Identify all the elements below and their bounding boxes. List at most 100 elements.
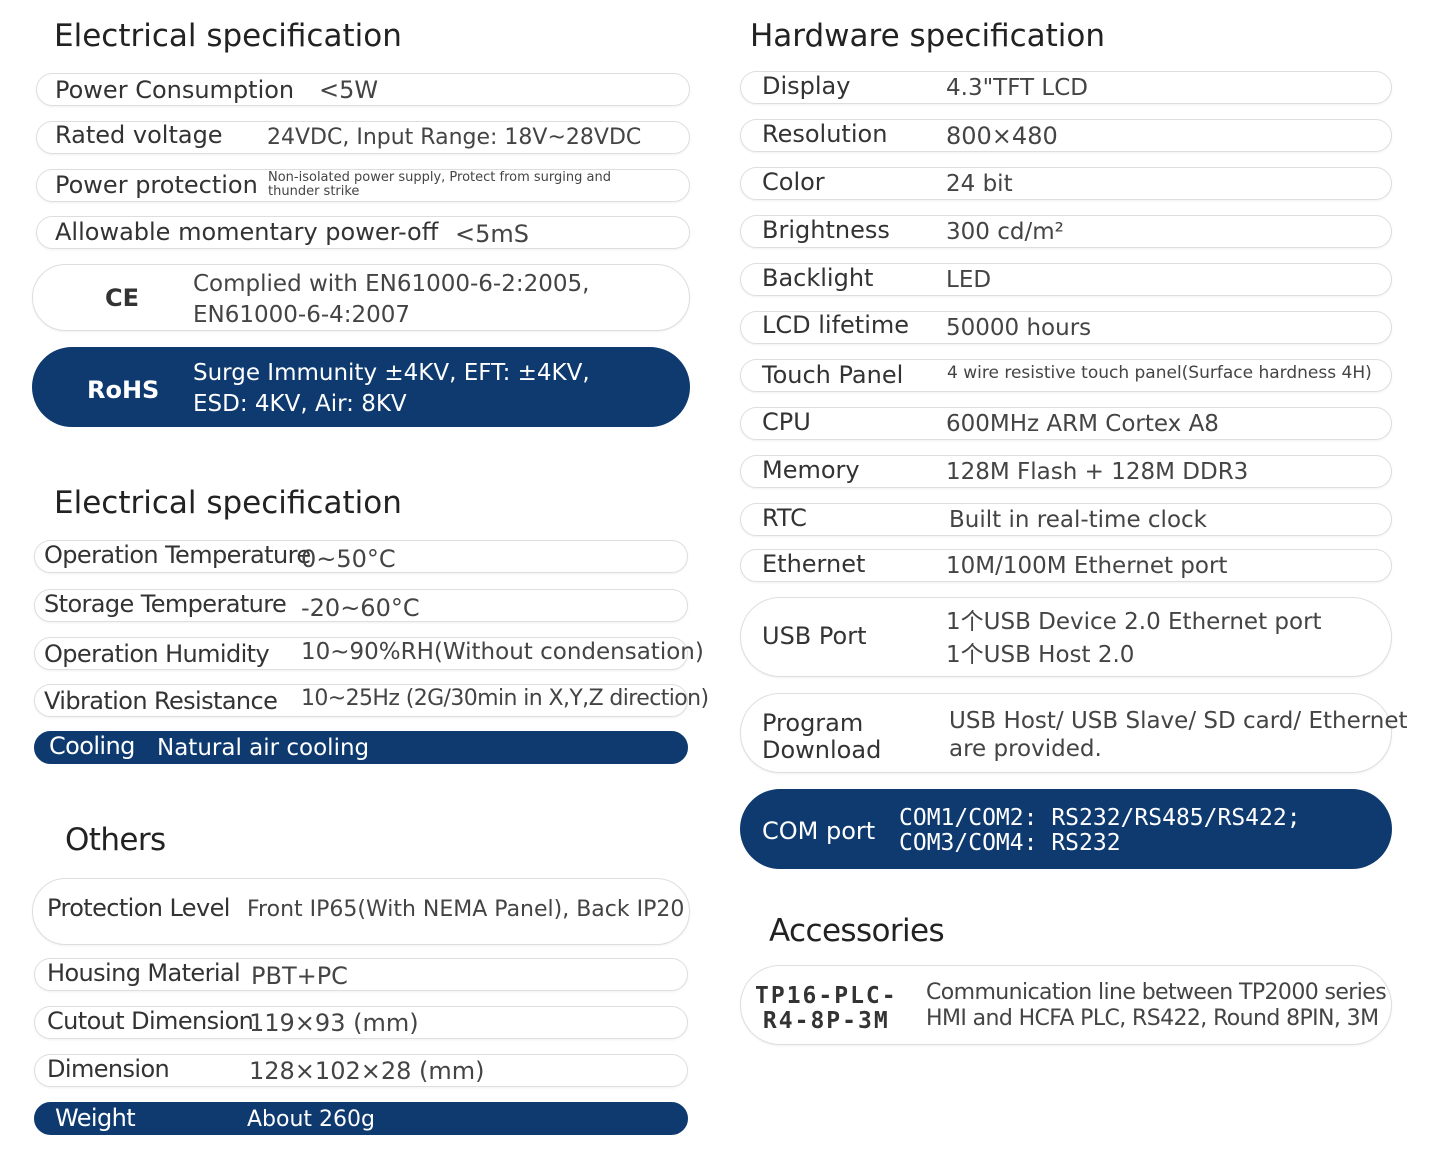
spec-value-line2: HMI and HCFA PLC, RS422, Round 8PIN, 3M	[926, 1006, 1379, 1032]
spec-value: 10M/100M Ethernet port	[946, 553, 1228, 579]
hw-row-lcd-lifetime: LCD lifetime 50000 hours	[740, 311, 1392, 344]
spec-row-operation-temperature: Operation Temperature 0~50°C	[34, 540, 688, 573]
hw-row-display: Display 4.3"TFT LCD	[740, 71, 1392, 104]
spec-value: COM1/COM2: RS232/RS485/RS422; COM3/COM4:…	[899, 805, 1301, 857]
spec-row-cooling: Cooling Natural air cooling	[34, 731, 688, 764]
spec-label: Operation Temperature	[44, 541, 311, 569]
hw-row-program-download: Program Download USB Host/ USB Slave/ SD…	[740, 693, 1408, 773]
spec-label: Memory	[762, 456, 860, 484]
environment-spec-title: Electrical specification	[54, 485, 402, 521]
spec-label: Dimension	[47, 1055, 170, 1083]
spec-label-line1: Program	[762, 709, 864, 737]
spec-label: Resolution	[762, 120, 888, 148]
spec-label: COM port	[762, 817, 876, 845]
spec-value: 119×93 (mm)	[249, 1009, 419, 1037]
spec-value: <5mS	[455, 220, 529, 248]
spec-label: Ethernet	[762, 550, 866, 578]
spec-row-power-protection: Power protection Non-isolated power supp…	[36, 169, 690, 202]
spec-value: Natural air cooling	[157, 735, 370, 761]
spec-value-line2: EN61000-6-4:2007	[193, 302, 411, 329]
spec-row-ce: CE Complied with EN61000-6-2:2005, EN610…	[32, 264, 690, 331]
spec-label-line2: R4-8P-3M	[762, 1008, 890, 1035]
spec-label: Display	[762, 72, 851, 100]
spec-value: 50000 hours	[946, 315, 1092, 341]
spec-value: 800×480	[946, 122, 1058, 150]
spec-label-line1: TP16-PLC-	[755, 983, 898, 1009]
spec-value-line1: COM1/COM2: RS232/RS485/RS422;	[899, 805, 1301, 831]
spec-label: Housing Material	[47, 959, 241, 987]
accessories-title: Accessories	[769, 913, 945, 949]
spec-value: 128M Flash + 128M DDR3	[946, 459, 1249, 485]
spec-value: 4 wire resistive touch panel(Surface har…	[947, 363, 1372, 383]
spec-value-line2: are provided.	[949, 735, 1102, 762]
spec-label: Cutout Dimension	[47, 1007, 254, 1035]
spec-value: 128×102×28 (mm)	[249, 1057, 485, 1085]
spec-value: 300 cd/m²	[946, 219, 1064, 245]
spec-row-power-consumption: Power Consumption <5W	[36, 73, 690, 106]
spec-value: Communication line between TP2000 series…	[926, 980, 1387, 1033]
spec-value: 600MHz ARM Cortex A8	[946, 411, 1219, 437]
spec-value: Complied with EN61000-6-2:2005, EN61000-…	[193, 269, 589, 331]
spec-row-protection-level: Protection Level Front IP65(With NEMA Pa…	[32, 878, 690, 945]
spec-value: Non-isolated power supply, Protect from …	[268, 171, 611, 198]
spec-value: 0~50°C	[301, 545, 396, 573]
spec-label: Backlight	[762, 264, 874, 292]
spec-row-momentary-power-off: Allowable momentary power-off <5mS	[36, 216, 690, 249]
spec-row-weight: Weight About 260g	[34, 1102, 688, 1135]
spec-value: Built in real-time clock	[949, 507, 1207, 533]
spec-value-line1: Surge Immunity ±4KV, EFT: ±4KV,	[193, 360, 590, 386]
spec-row-cutout-dimension: Cutout Dimension 119×93 (mm)	[34, 1006, 688, 1039]
spec-row-housing-material: Housing Material PBT+PC	[34, 958, 688, 991]
spec-value: 10~25Hz (2G/30min in X,Y,Z direction)	[301, 686, 709, 711]
spec-value: -20~60°C	[301, 594, 420, 622]
hw-row-rtc: RTC Built in real-time clock	[740, 503, 1392, 536]
spec-label: CE	[105, 284, 140, 312]
spec-label: Protection Level	[47, 894, 230, 922]
spec-label: Vibration Resistance	[44, 687, 278, 715]
spec-value: LED	[946, 267, 992, 293]
spec-label: Power Consumption	[55, 76, 295, 104]
others-title: Others	[65, 822, 166, 858]
spec-value: Surge Immunity ±4KV, EFT: ±4KV, ESD: 4KV…	[193, 358, 590, 420]
hw-row-resolution: Resolution 800×480	[740, 119, 1392, 152]
spec-label: Allowable momentary power-off	[55, 218, 439, 246]
spec-row-storage-temperature: Storage Temperature -20~60°C	[34, 589, 688, 622]
hw-row-backlight: Backlight LED	[740, 263, 1392, 296]
spec-label: Power protection	[55, 171, 258, 199]
hardware-spec-title: Hardware specification	[750, 18, 1106, 54]
spec-value: 10~90%RH(Without condensation)	[301, 639, 704, 665]
hw-row-com-port: COM port COM1/COM2: RS232/RS485/RS422; C…	[740, 789, 1392, 869]
spec-value: 1个USB Device 2.0 Ethernet port 1个USB Hos…	[946, 606, 1322, 673]
spec-label: Brightness	[762, 216, 890, 244]
spec-label: Operation Humidity	[44, 640, 270, 668]
hw-row-cpu: CPU 600MHz ARM Cortex A8	[740, 407, 1392, 440]
spec-label: Rated voltage	[55, 121, 223, 149]
spec-label-line2: Download	[762, 735, 882, 764]
spec-value-line1: USB Host/ USB Slave/ SD card/ Ethernet	[949, 708, 1408, 734]
spec-label: RTC	[762, 504, 807, 532]
spec-value: Front IP65(With NEMA Panel), Back IP20	[247, 897, 685, 922]
hw-row-usb-port: USB Port 1个USB Device 2.0 Ethernet port …	[740, 597, 1392, 677]
spec-label: Program Download	[762, 710, 881, 764]
spec-value: 4.3"TFT LCD	[946, 75, 1088, 101]
spec-label: Color	[762, 168, 825, 196]
electrical-spec-title: Electrical specification	[54, 18, 402, 54]
spec-value-line1: Communication line between TP2000 series	[926, 980, 1387, 1005]
spec-label: Storage Temperature	[44, 590, 287, 618]
accessory-row-cable: TP16-PLC- R4-8P-3M Communication line be…	[740, 965, 1392, 1045]
spec-label: Cooling	[49, 732, 135, 760]
spec-label: RoHS	[87, 376, 160, 404]
spec-value: 24 bit	[946, 171, 1013, 197]
spec-label: LCD lifetime	[762, 311, 910, 339]
hw-row-ethernet: Ethernet 10M/100M Ethernet port	[740, 549, 1392, 582]
spec-label: Touch Panel	[762, 361, 904, 389]
spec-row-vibration-resistance: Vibration Resistance 10~25Hz (2G/30min i…	[34, 684, 709, 717]
hw-row-brightness: Brightness 300 cd/m²	[740, 215, 1392, 248]
spec-value: About 260g	[247, 1107, 375, 1132]
spec-value-line2: COM3/COM4: RS232	[899, 830, 1121, 857]
hw-row-memory: Memory 128M Flash + 128M DDR3	[740, 455, 1392, 488]
spec-label: CPU	[762, 408, 811, 436]
spec-value: <5W	[319, 76, 379, 104]
spec-row-dimension: Dimension 128×102×28 (mm)	[34, 1054, 688, 1087]
spec-value: PBT+PC	[251, 962, 348, 990]
